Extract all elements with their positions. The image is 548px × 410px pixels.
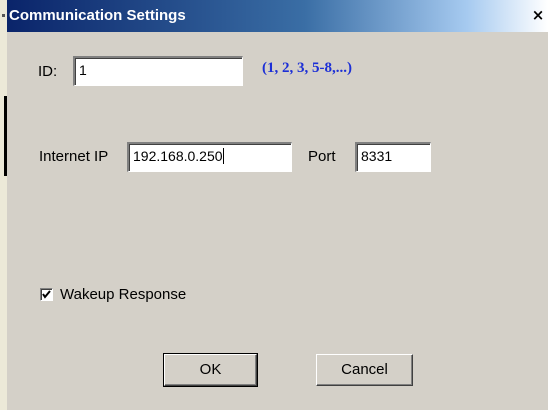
port-value: 8331 (361, 148, 393, 164)
port-label: Port (308, 148, 336, 165)
text-caret (222, 148, 224, 164)
title-bar[interactable]: Communication Settings × (7, 0, 548, 32)
check-icon (42, 290, 51, 299)
communication-settings-dialog: Communication Settings × ID: 1 (1, 2, 3,… (7, 0, 548, 410)
id-label: ID: (38, 63, 58, 80)
background-window-edge (0, 0, 7, 410)
internet-ip-value: 192.168.0.250 (133, 148, 223, 164)
internet-ip-input[interactable]: 192.168.0.250 (127, 142, 292, 172)
cancel-button[interactable]: Cancel (316, 354, 413, 386)
wakeup-response-label[interactable]: Wakeup Response (60, 286, 186, 303)
wakeup-response-checkbox[interactable] (40, 288, 53, 301)
background-dot (2, 14, 5, 17)
ok-button-label: OK (199, 361, 222, 378)
internet-ip-label: Internet IP (39, 148, 109, 165)
id-format-hint: (1, 2, 3, 5-8,...) (262, 60, 352, 76)
id-input-value: 1 (79, 62, 87, 78)
dialog-title: Communication Settings (9, 7, 186, 24)
id-input[interactable]: 1 (73, 56, 243, 86)
cancel-button-label: Cancel (341, 361, 388, 378)
port-input[interactable]: 8331 (355, 142, 431, 172)
close-icon[interactable]: × (530, 6, 546, 24)
ok-button[interactable]: OK (163, 353, 258, 387)
